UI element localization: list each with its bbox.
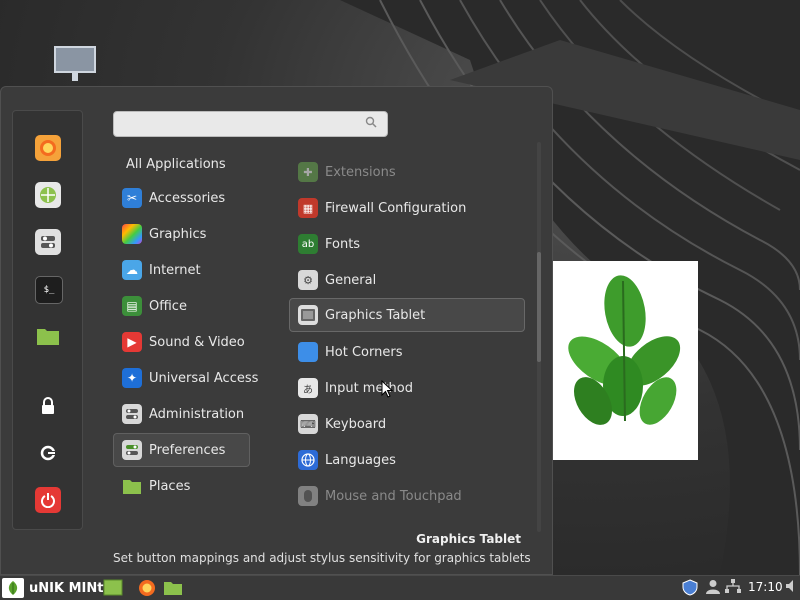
terminal-icon[interactable]: $_ (35, 276, 63, 304)
desktop-computer-icon[interactable] (52, 46, 98, 84)
firefox-launcher-icon[interactable] (137, 578, 157, 597)
software-manager-icon[interactable] (35, 182, 61, 208)
app-label: Fonts (325, 236, 361, 252)
app-hot-corners[interactable]: Hot Corners (289, 335, 525, 369)
app-mouse-touchpad[interactable]: Mouse and Touchpad (289, 479, 525, 513)
mouse-cursor-icon (381, 380, 393, 398)
category-label: Administration (149, 406, 245, 422)
graphics-icon (122, 224, 142, 244)
search-icon (365, 116, 377, 132)
mint-logo-icon (2, 578, 24, 598)
general-icon: ⚙ (298, 270, 318, 290)
category-sound-video[interactable]: ▶ Sound & Video (113, 325, 250, 359)
app-label: Input method (325, 380, 413, 396)
power-icon[interactable] (35, 487, 61, 513)
firewall-icon: ▦ (298, 198, 318, 218)
category-places[interactable]: Places (113, 469, 250, 503)
app-extensions[interactable]: ✚ Extensions (289, 155, 525, 189)
fonts-icon: ab (298, 234, 318, 254)
category-label: Accessories (149, 190, 226, 206)
category-label: Sound & Video (149, 334, 245, 350)
universal-access-icon: ✦ (122, 368, 142, 388)
category-label: Preferences (149, 442, 226, 458)
places-icon (122, 476, 142, 496)
category-label: All Applications (126, 156, 226, 172)
category-label: Graphics (149, 226, 207, 242)
app-label: Keyboard (325, 416, 387, 432)
firefox-icon[interactable] (35, 135, 61, 161)
category-preferences[interactable]: Preferences (113, 433, 250, 467)
app-languages[interactable]: Languages (289, 443, 525, 477)
extensions-icon: ✚ (298, 162, 318, 182)
languages-icon (298, 450, 318, 470)
app-list-scrollbar[interactable] (537, 142, 541, 532)
hot-corners-icon (298, 342, 318, 362)
selected-app-title: Graphics Tablet (416, 532, 521, 546)
input-method-icon: あ (298, 378, 318, 398)
favorites-sidebar: $_ (12, 110, 83, 530)
show-desktop-icon[interactable] (103, 578, 123, 597)
category-label: Universal Access (149, 370, 259, 386)
app-fonts[interactable]: ab Fonts (289, 227, 525, 261)
category-office[interactable]: ▤ Office (113, 289, 250, 323)
scrollbar-thumb[interactable] (537, 252, 541, 362)
app-label: General (325, 272, 377, 288)
app-label: Hot Corners (325, 344, 403, 360)
folder-icon[interactable] (35, 323, 61, 349)
accessories-icon: ✂ (122, 188, 142, 208)
lock-screen-icon[interactable] (35, 393, 61, 419)
app-label: Mouse and Touchpad (325, 488, 462, 504)
system-settings-icon[interactable] (35, 229, 61, 255)
app-graphics-tablet[interactable]: Graphics Tablet (289, 298, 525, 332)
app-firewall-configuration[interactable]: ▦ Firewall Configuration (289, 191, 525, 225)
administration-icon (122, 404, 142, 424)
search-input[interactable] (122, 115, 361, 135)
files-launcher-icon[interactable] (163, 578, 183, 597)
category-label: Places (149, 478, 191, 494)
app-input-method[interactable]: あ Input method (289, 371, 525, 405)
category-universal-access[interactable]: ✦ Universal Access (113, 361, 258, 395)
graphics-tablet-icon (298, 305, 318, 325)
mint-leaf-image (553, 261, 698, 460)
keyboard-icon: ⌨ (298, 414, 318, 434)
internet-icon: ☁ (122, 260, 142, 280)
app-general[interactable]: ⚙ General (289, 263, 525, 297)
selected-app-description: Set button mappings and adjust stylus se… (113, 551, 531, 565)
category-accessories[interactable]: ✂ Accessories (113, 181, 250, 215)
panel-clock[interactable]: 17:10 (748, 580, 783, 594)
category-internet[interactable]: ☁ Internet (113, 253, 250, 287)
logout-icon[interactable] (35, 440, 61, 466)
sound-video-icon: ▶ (122, 332, 142, 352)
volume-icon[interactable] (785, 579, 799, 597)
menu-label: uNIK MINt (29, 580, 104, 596)
preferences-icon (122, 440, 142, 460)
bottom-panel: uNIK MINt 17:10 (0, 575, 800, 600)
category-administration[interactable]: Administration (113, 397, 250, 431)
user-icon[interactable] (706, 579, 720, 598)
app-label: Extensions (325, 164, 396, 180)
app-keyboard[interactable]: ⌨ Keyboard (289, 407, 525, 441)
office-icon: ▤ (122, 296, 142, 316)
search-box[interactable] (113, 111, 388, 137)
category-graphics[interactable]: Graphics (113, 217, 250, 251)
app-label: Graphics Tablet (325, 307, 426, 323)
network-icon[interactable] (725, 579, 741, 598)
category-all-applications[interactable]: All Applications (113, 147, 250, 181)
application-menu: $_ All Applications ✂ Accessories Graphi… (0, 86, 553, 575)
category-label: Internet (149, 262, 201, 278)
shield-icon[interactable] (682, 579, 698, 600)
app-label: Languages (325, 452, 396, 468)
mouse-icon (298, 486, 318, 506)
category-label: Office (149, 298, 187, 314)
app-label: Firewall Configuration (325, 200, 467, 216)
menu-button[interactable]: uNIK MINt (2, 577, 103, 599)
